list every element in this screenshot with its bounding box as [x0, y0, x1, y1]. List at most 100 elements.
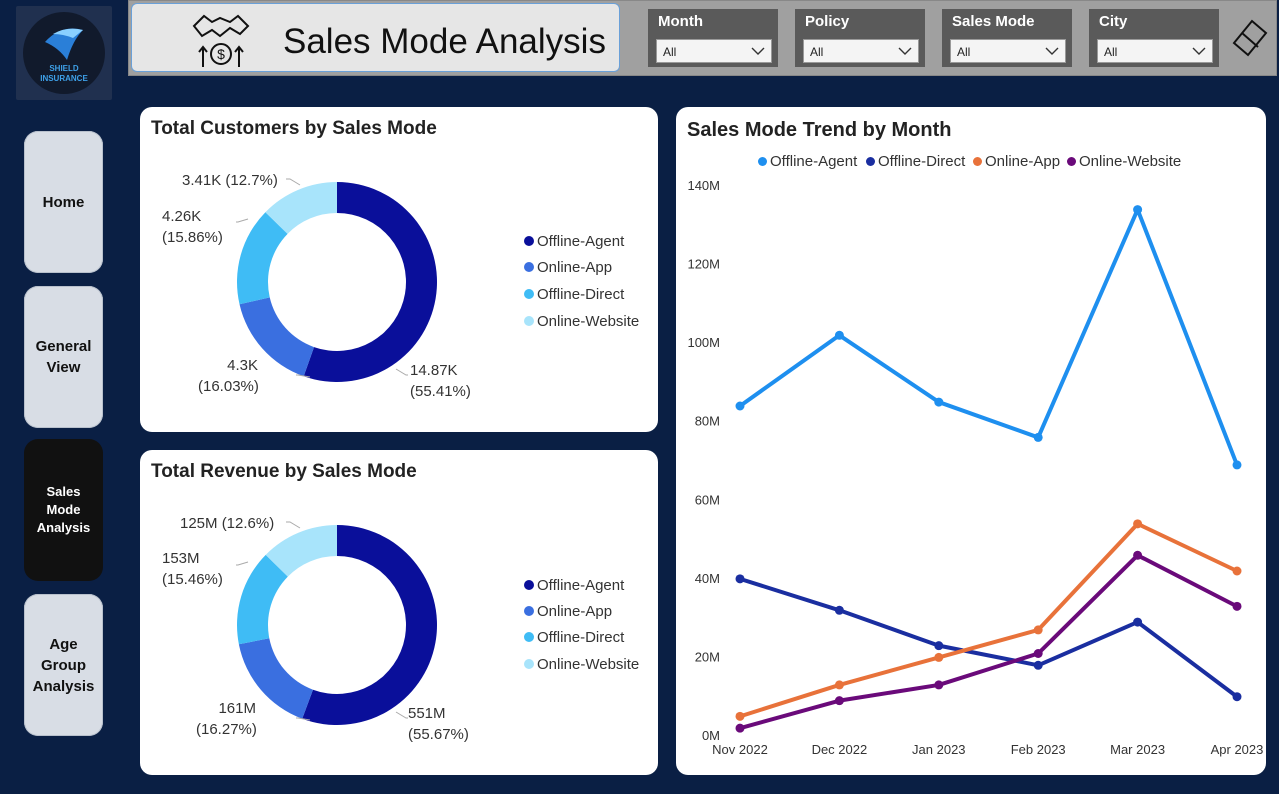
revenue-label-online-website: 125M (12.6%)	[180, 515, 275, 532]
point-online-website[interactable]	[1033, 649, 1043, 658]
point-offline-agent[interactable]	[1033, 432, 1043, 442]
city-dropdown-value: All	[1104, 45, 1118, 59]
y-tick-label: 20M	[695, 649, 720, 664]
chevron-down-icon	[898, 47, 912, 55]
customers-label-offline-direct: 4.26K (15.86%)	[162, 208, 223, 246]
month-dropdown[interactable]: All	[656, 39, 772, 63]
point-offline-agent[interactable]	[1133, 205, 1143, 215]
x-tick-label: Feb 2023	[1011, 742, 1066, 757]
sales-mode-dropdown-value: All	[957, 45, 971, 59]
point-online-website[interactable]	[735, 723, 745, 733]
customers-label-online-website: 3.41K (12.7%)	[182, 172, 278, 189]
point-offline-direct[interactable]	[1232, 692, 1242, 702]
nav-general-view-button[interactable]: General View	[24, 286, 103, 428]
nav-age-label-1: Age	[49, 635, 78, 653]
filter-city-label: City	[1099, 13, 1128, 30]
x-tick-label: Jan 2023	[912, 742, 966, 757]
nav-general-label-1: General	[35, 338, 92, 355]
title-box: $ Sales Mode Analysis	[131, 3, 620, 72]
nav-age-group-analysis-button[interactable]: Age Group Analysis	[24, 594, 103, 736]
handshake-money-icon: $	[192, 14, 250, 67]
point-offline-direct[interactable]	[1133, 617, 1143, 627]
customers-label-offline-agent: 14.87K (55.41%)	[410, 362, 471, 400]
revenue-leader-line	[286, 521, 301, 529]
filter-month-label: Month	[658, 13, 703, 30]
nav-general-label-2: View	[46, 359, 81, 376]
policy-dropdown[interactable]: All	[803, 39, 919, 63]
x-tick-label: Nov 2022	[712, 742, 768, 757]
header-bar: $ Sales Mode Analysis Month All Policy A…	[128, 0, 1277, 76]
revenue-label-offline-agent: 551M (55.67%)	[408, 705, 469, 743]
revenue-legend-online-website: Online-Website	[524, 656, 639, 673]
y-tick-label: 100M	[687, 335, 720, 350]
point-online-website[interactable]	[834, 696, 844, 706]
y-tick-label: 120M	[687, 257, 720, 272]
customers-leader-line	[236, 218, 249, 223]
point-offline-agent[interactable]	[834, 330, 844, 340]
filter-month: Month All	[648, 9, 778, 67]
customers-legend-offline-direct: Offline-Direct	[524, 286, 624, 303]
shield-logo-icon: SHIELD INSURANCE	[23, 12, 105, 94]
point-offline-agent[interactable]	[934, 397, 944, 407]
x-tick-label: Apr 2023	[1211, 742, 1264, 757]
series-line-online-app[interactable]	[739, 521, 1238, 719]
point-online-app[interactable]	[1232, 566, 1242, 576]
logo-text-shield: SHIELD	[49, 64, 79, 73]
y-tick-label: 0M	[702, 728, 720, 743]
chevron-down-icon	[751, 47, 765, 55]
revenue-legend-online-app: Online-App	[524, 603, 612, 620]
customers-donut-card: Total Customers by Sales Mode 14.87K (55.…	[140, 107, 658, 432]
point-offline-direct[interactable]	[834, 605, 844, 615]
point-online-website[interactable]	[934, 680, 944, 690]
sales-mode-dropdown[interactable]: All	[950, 39, 1066, 63]
revenue-label-offline-direct: 153M (15.46%)	[162, 550, 223, 588]
nav-home-button[interactable]: Home	[24, 131, 103, 273]
x-tick-label: Dec 2022	[812, 742, 868, 757]
city-dropdown[interactable]: All	[1097, 39, 1213, 63]
filter-policy: Policy All	[795, 9, 925, 67]
logo-text-insurance: INSURANCE	[40, 74, 88, 83]
page-title: Sales Mode Analysis	[283, 22, 606, 61]
y-tick-label: 40M	[695, 571, 720, 586]
nav-age-label-2: Group	[40, 656, 86, 674]
month-dropdown-value: All	[663, 45, 677, 59]
y-tick-label: 60M	[695, 492, 720, 507]
svg-text:$: $	[217, 46, 225, 62]
point-online-app[interactable]	[735, 711, 745, 721]
nav-age-label-3: Analysis	[32, 677, 95, 695]
customers-label-online-app: 4.3K (16.03%)	[198, 357, 259, 395]
filter-sales-mode-label: Sales Mode	[952, 13, 1035, 30]
nav-sales-label-1: Sales	[46, 484, 81, 499]
company-logo: SHIELD INSURANCE	[16, 6, 112, 100]
trend-line-card: Sales Mode Trend by Month Offline-Agent …	[676, 107, 1266, 775]
customers-legend-online-website: Online-Website	[524, 313, 639, 330]
y-tick-label: 80M	[695, 414, 720, 429]
customers-leader-line	[395, 368, 408, 376]
revenue-legend-offline-agent: Offline-Agent	[524, 577, 624, 594]
series-line-offline-direct[interactable]	[739, 576, 1239, 699]
point-online-app[interactable]	[1033, 625, 1043, 635]
point-online-app[interactable]	[834, 680, 844, 690]
customers-leader-line	[286, 178, 301, 186]
nav-sales-mode-analysis-button[interactable]: Sales Mode Analysis	[24, 439, 103, 581]
nav-home-label: Home	[42, 193, 85, 211]
point-offline-agent[interactable]	[735, 401, 745, 411]
eraser-clear-filters-icon[interactable]	[1228, 13, 1270, 59]
nav-sales-label-2: Mode	[46, 502, 81, 517]
point-online-app[interactable]	[1133, 519, 1143, 529]
y-tick-label: 140M	[687, 178, 720, 193]
point-offline-direct[interactable]	[934, 641, 944, 651]
customers-legend-online-app: Online-App	[524, 259, 612, 276]
point-online-app[interactable]	[934, 652, 944, 662]
point-offline-agent[interactable]	[1232, 460, 1242, 470]
point-offline-direct[interactable]	[735, 574, 745, 584]
series-line-offline-agent[interactable]	[738, 207, 1239, 466]
point-online-website[interactable]	[1133, 550, 1143, 560]
revenue-label-online-app: 161M (16.27%)	[196, 700, 257, 738]
filter-policy-label: Policy	[805, 13, 850, 30]
point-offline-direct[interactable]	[1033, 660, 1043, 670]
revenue-donut-card: Total Revenue by Sales Mode 551M (55.67%)…	[140, 450, 658, 775]
chevron-down-icon	[1045, 47, 1059, 55]
revenue-leader-line	[395, 711, 408, 719]
point-online-website[interactable]	[1232, 601, 1242, 611]
